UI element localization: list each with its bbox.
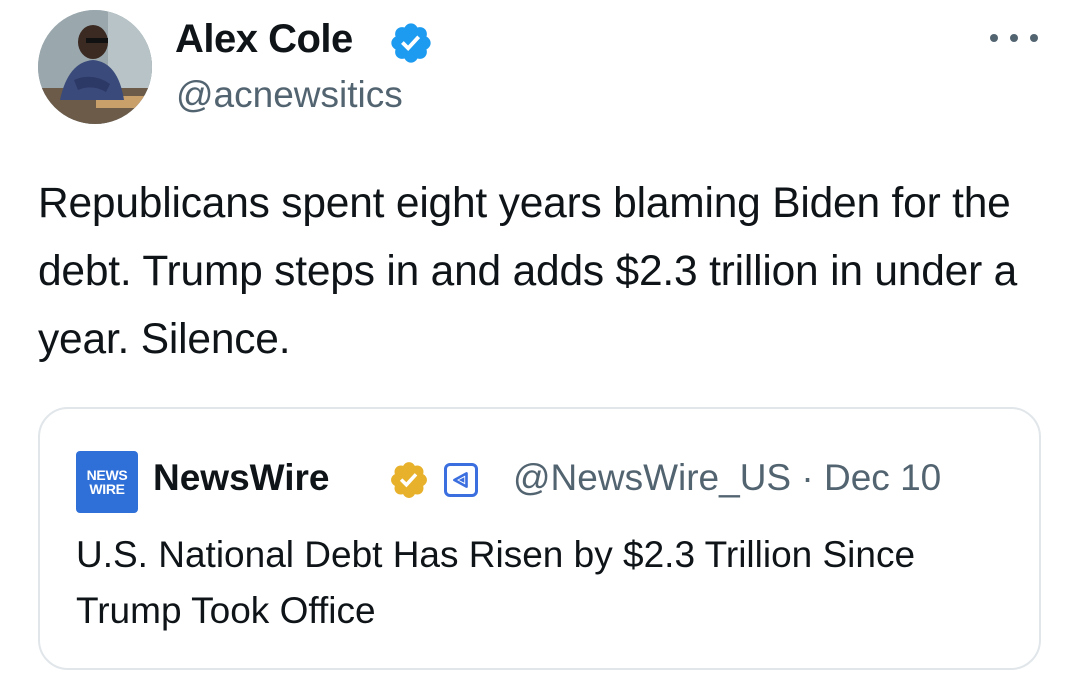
author-avatar[interactable] <box>38 10 152 124</box>
quoted-tweet-text: U.S. National Debt Has Risen by $2.3 Tri… <box>76 534 916 631</box>
affiliate-badge-icon[interactable] <box>444 463 478 497</box>
author-handle[interactable]: @acnewsitics <box>176 72 403 118</box>
affiliate-mark-icon <box>453 472 468 488</box>
logo-line-1: NEWS <box>86 467 128 483</box>
more-dot <box>1010 34 1018 42</box>
quoted-tweet-card[interactable]: NEWS WIRE NewsWire @NewsWire_US · Dec 10… <box>38 407 1041 670</box>
tweet-body-text: Republicans spent eight years blaming Bi… <box>38 180 1018 363</box>
quoted-meta: @NewsWire_US · Dec 10 <box>513 455 941 501</box>
quoted-handle[interactable]: @NewsWire_US <box>513 457 791 498</box>
more-dot <box>990 34 998 42</box>
gold-verified-badge-icon[interactable] <box>388 459 430 501</box>
more-dot <box>1030 34 1038 42</box>
verified-badge-icon[interactable] <box>388 20 434 66</box>
avatar-photo <box>38 10 152 124</box>
meta-separator: · <box>801 457 814 498</box>
more-options-icon[interactable] <box>990 26 1038 50</box>
quoted-display-name[interactable]: NewsWire <box>153 455 330 501</box>
quoted-date[interactable]: Dec 10 <box>824 457 941 498</box>
logo-line-2: WIRE <box>89 481 125 497</box>
tweet: Alex Cole @acnewsitics Republicans spent… <box>0 0 1080 697</box>
newswire-logo[interactable]: NEWS WIRE <box>76 451 138 513</box>
author-display-name[interactable]: Alex Cole <box>175 14 353 64</box>
